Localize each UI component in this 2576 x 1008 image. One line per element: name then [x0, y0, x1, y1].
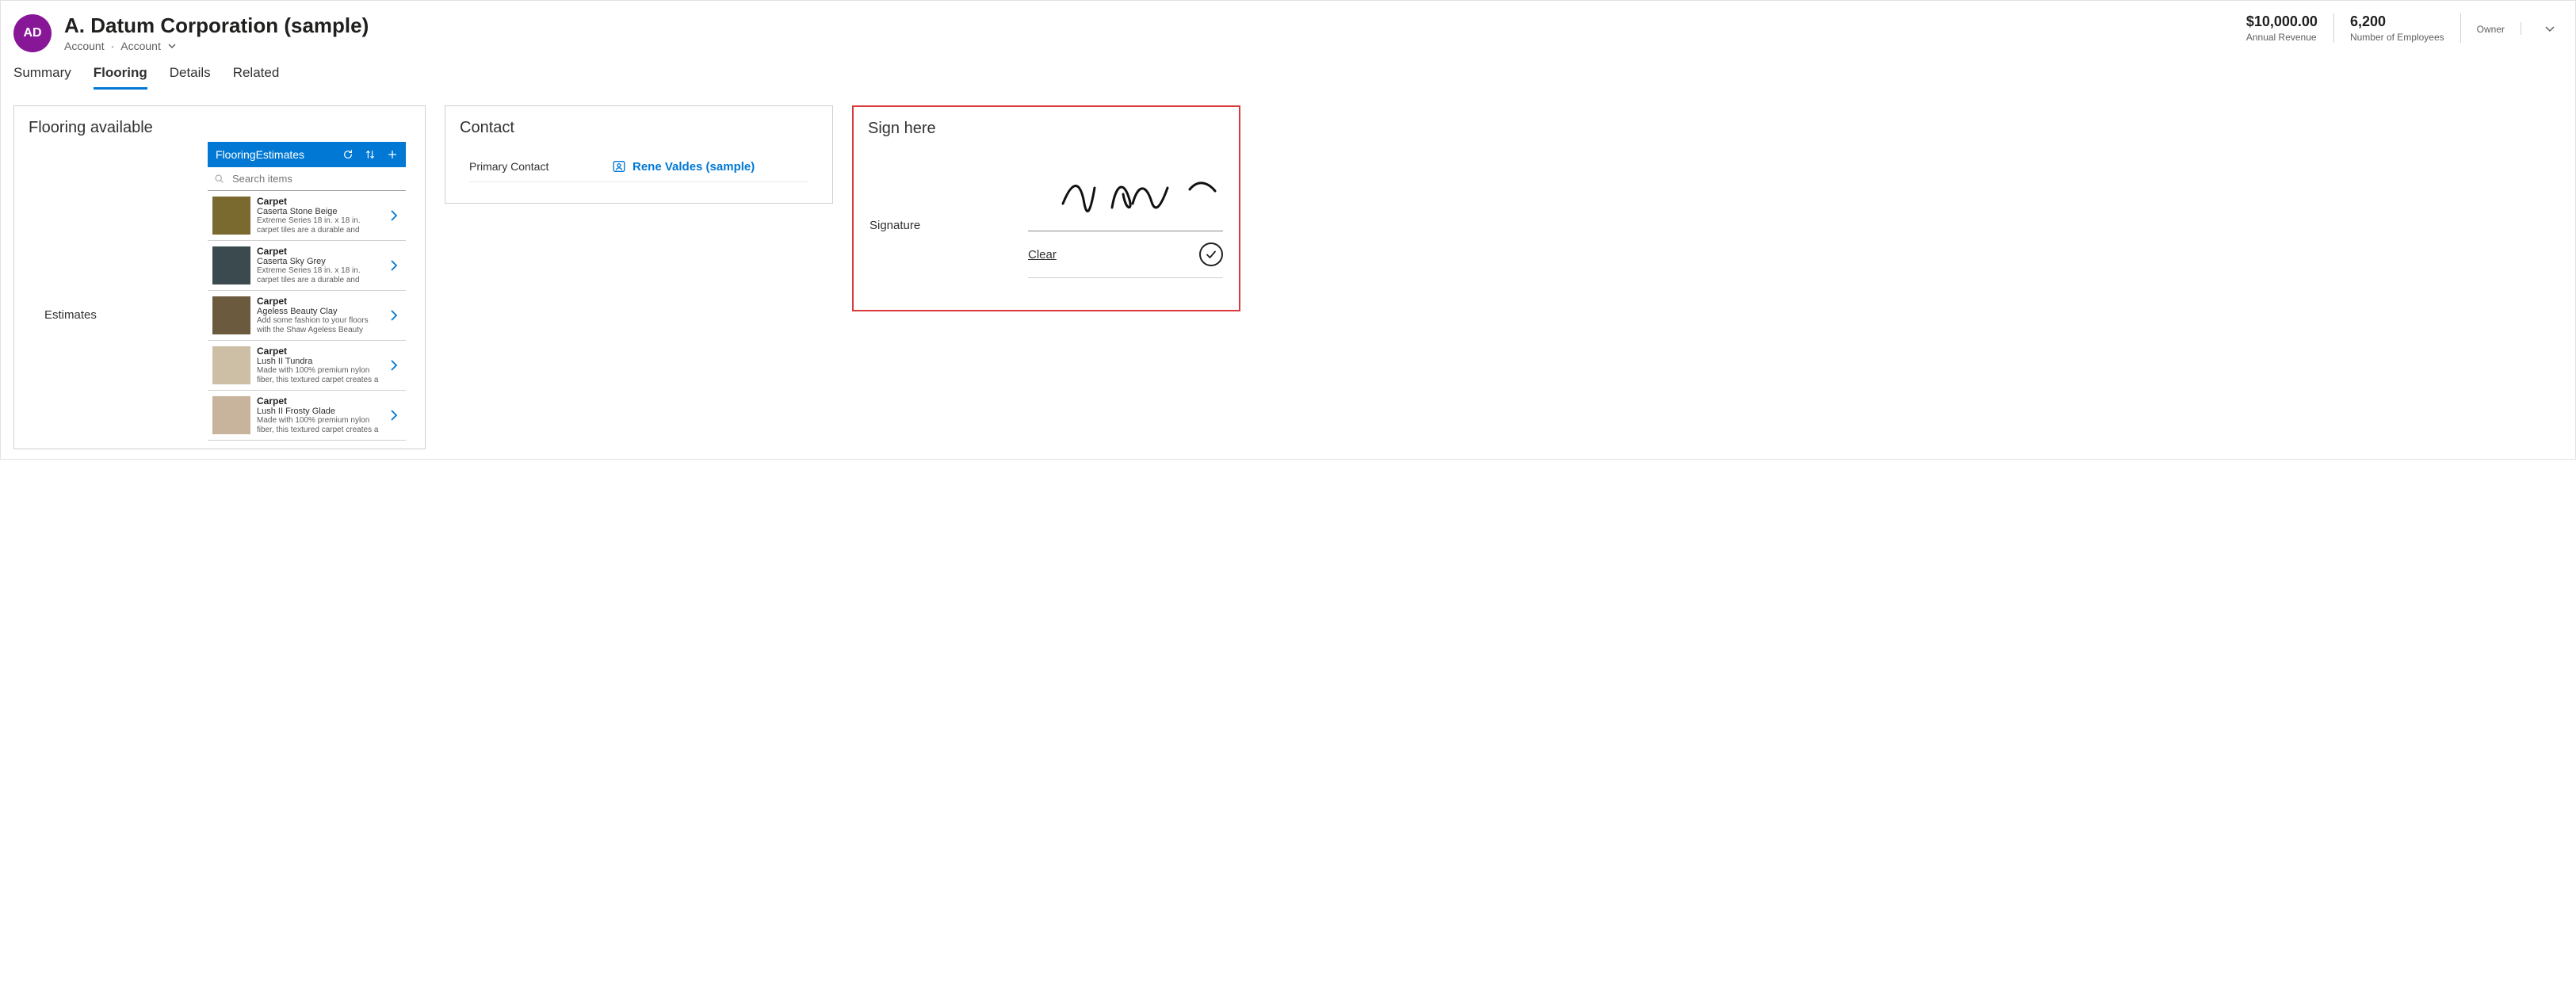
tab-flooring[interactable]: Flooring	[94, 65, 147, 90]
item-description: Made with 100% premium nylon fiber, this…	[257, 366, 380, 385]
item-description: Extreme Series 18 in. x 18 in. carpet ti…	[257, 216, 380, 235]
search-input[interactable]	[231, 172, 399, 185]
form-name: Account	[120, 40, 161, 52]
avatar-initials: AD	[23, 26, 41, 40]
item-thumbnail	[212, 197, 250, 235]
clear-signature-button[interactable]: Clear	[1028, 248, 1057, 262]
chevron-right-icon[interactable]	[387, 259, 401, 272]
flooring-card: Flooring available Estimates FlooringEst…	[13, 105, 426, 449]
list-item[interactable]: CarpetLush II TundraMade with 100% premi…	[208, 341, 406, 391]
chevron-right-icon[interactable]	[387, 409, 401, 422]
expand-header-button[interactable]	[2537, 16, 2563, 41]
account-avatar: AD	[13, 14, 52, 52]
entity-type: Account	[64, 40, 105, 52]
page-title: A. Datum Corporation (sample)	[64, 13, 369, 38]
list-item[interactable]: CarpetCaserta Stone BeigeExtreme Series …	[208, 191, 406, 241]
item-description: Made with 100% premium nylon fiber, this…	[257, 416, 380, 435]
item-title: Carpet	[257, 246, 380, 257]
flooring-estimates-list: CarpetCaserta Stone BeigeExtreme Series …	[208, 191, 406, 441]
list-item[interactable]: CarpetCaserta Sky GreyExtreme Series 18 …	[208, 241, 406, 291]
tab-related[interactable]: Related	[233, 65, 280, 90]
search-icon	[214, 174, 224, 184]
item-title: Carpet	[257, 296, 380, 307]
confirm-signature-button[interactable]	[1199, 242, 1223, 266]
estimates-field-label: Estimates	[25, 142, 208, 441]
search-input-wrapper[interactable]	[208, 167, 406, 191]
primary-contact-value: Rene Valdes (sample)	[633, 160, 755, 174]
item-subtitle: Lush II Tundra	[257, 357, 380, 366]
stat-employees: 6,200 Number of Employees	[2334, 13, 2461, 43]
item-thumbnail	[212, 296, 250, 334]
chevron-right-icon[interactable]	[387, 359, 401, 372]
chevron-down-icon[interactable]	[167, 41, 177, 51]
stat-owner: Owner	[2461, 22, 2521, 35]
stat-label: Owner	[2477, 24, 2505, 35]
flooring-card-title: Flooring available	[14, 106, 425, 142]
list-item[interactable]: CarpetAgeless Beauty ClayAdd some fashio…	[208, 291, 406, 341]
item-title: Carpet	[257, 196, 380, 207]
item-thumbnail	[212, 246, 250, 284]
stat-label: Annual Revenue	[2246, 32, 2318, 43]
check-icon	[1205, 248, 1217, 261]
contact-card: Contact Primary Contact Rene Valdes (sam…	[445, 105, 833, 204]
flooring-estimates-title: FlooringEstimates	[216, 148, 304, 161]
chevron-right-icon[interactable]	[387, 209, 401, 222]
refresh-icon[interactable]	[342, 149, 354, 160]
item-title: Carpet	[257, 395, 380, 407]
signature-canvas[interactable]	[1028, 160, 1223, 231]
item-thumbnail	[212, 396, 250, 434]
form-tabs: Summary Flooring Details Related	[13, 59, 2563, 90]
list-item[interactable]: CarpetLush II Frosty GladeMade with 100%…	[208, 391, 406, 441]
item-subtitle: Caserta Stone Beige	[257, 207, 380, 216]
signature-card: Sign here Signature Clear	[852, 105, 1240, 311]
signature-field-label: Signature	[869, 160, 1028, 232]
add-icon[interactable]	[387, 149, 398, 160]
contact-icon	[612, 159, 626, 174]
item-thumbnail	[212, 346, 250, 384]
sort-icon[interactable]	[365, 149, 376, 160]
tab-summary[interactable]: Summary	[13, 65, 71, 90]
stat-annual-revenue: $10,000.00 Annual Revenue	[2230, 13, 2334, 43]
item-subtitle: Ageless Beauty Clay	[257, 307, 380, 316]
stat-label: Number of Employees	[2350, 32, 2444, 43]
stat-value: 6,200	[2350, 13, 2444, 30]
stat-value: $10,000.00	[2246, 13, 2318, 30]
item-title: Carpet	[257, 346, 380, 357]
item-description: Extreme Series 18 in. x 18 in. carpet ti…	[257, 266, 380, 285]
chevron-right-icon[interactable]	[387, 309, 401, 322]
tab-details[interactable]: Details	[170, 65, 211, 90]
signature-card-title: Sign here	[854, 107, 1239, 143]
item-description: Add some fashion to your floors with the…	[257, 316, 380, 335]
item-subtitle: Caserta Sky Grey	[257, 257, 380, 266]
primary-contact-link[interactable]: Rene Valdes (sample)	[612, 159, 755, 174]
flooring-estimates-panel: FlooringEstimates	[208, 142, 406, 441]
record-header: AD A. Datum Corporation (sample) Account…	[13, 10, 2563, 59]
contact-card-title: Contact	[445, 106, 832, 142]
primary-contact-label: Primary Contact	[469, 160, 612, 173]
item-subtitle: Lush II Frosty Glade	[257, 407, 380, 416]
